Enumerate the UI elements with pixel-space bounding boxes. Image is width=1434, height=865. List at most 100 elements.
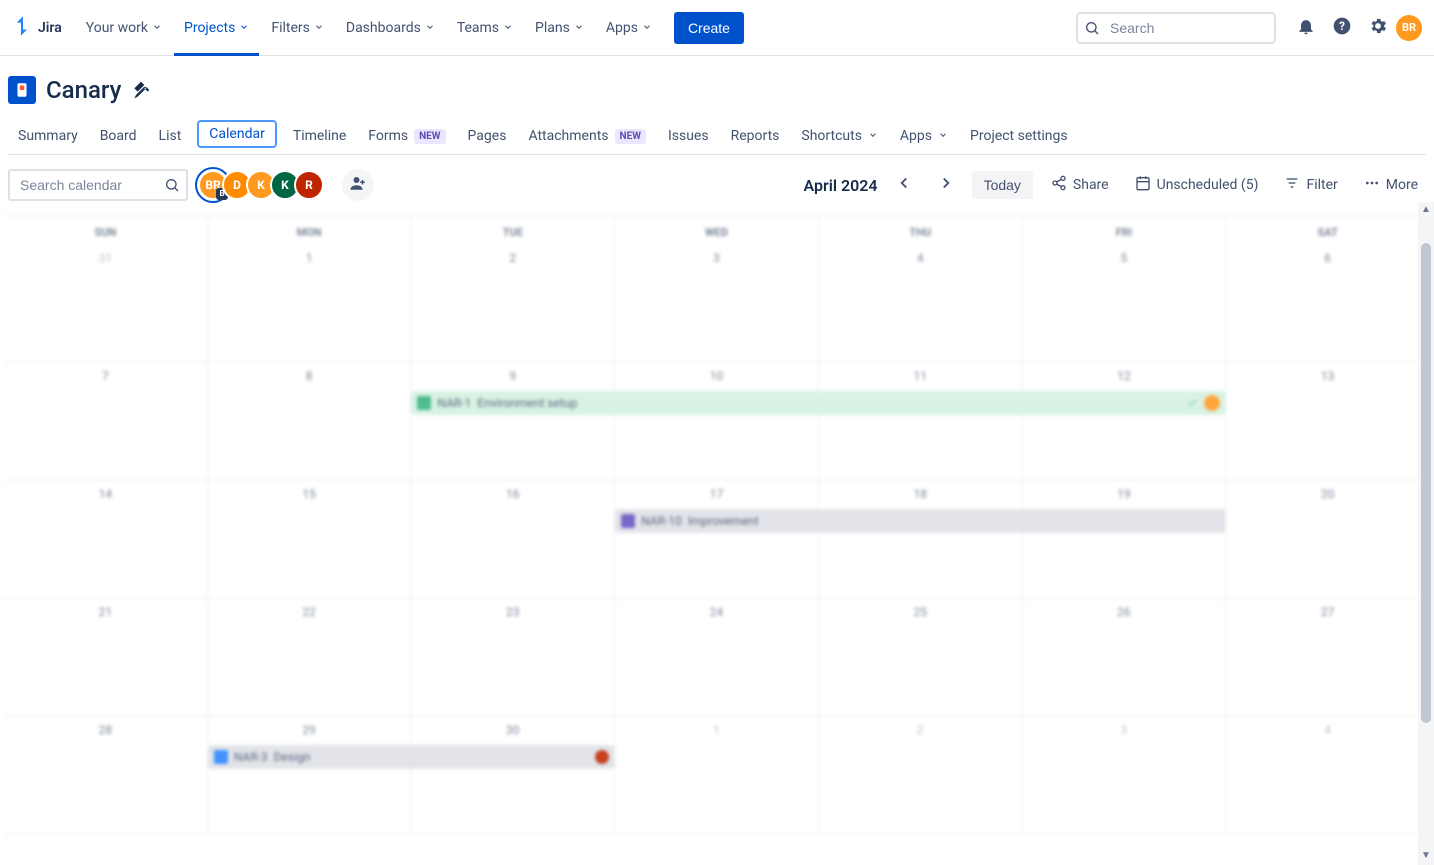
nav-apps[interactable]: Apps (596, 12, 662, 44)
tab-pages[interactable]: Pages (458, 120, 517, 152)
nav-your-work[interactable]: Your work (76, 12, 172, 44)
calendar-cell[interactable]: 28 (4, 717, 208, 835)
nav-plans[interactable]: Plans (525, 12, 594, 44)
assignee-avatar (1204, 395, 1220, 411)
day-number: 20 (1226, 481, 1429, 501)
calendar-cell[interactable]: 31 (4, 245, 208, 363)
calendar-cell[interactable]: 8 (208, 363, 412, 481)
calendar-cell[interactable]: 30 (411, 717, 615, 835)
calendar-cell[interactable]: 23 (411, 599, 615, 717)
help-button[interactable]: ? (1326, 12, 1358, 44)
settings-button[interactable] (1362, 12, 1394, 44)
member-avatar[interactable]: R (294, 170, 324, 200)
day-header: SUN (4, 216, 208, 245)
gear-icon (1368, 16, 1388, 40)
today-button[interactable]: Today (972, 171, 1033, 199)
chevron-down-icon (938, 128, 948, 144)
calendar-cell[interactable]: 1 (615, 717, 819, 835)
calendar-cell[interactable]: 13 (1226, 363, 1430, 481)
jira-logo[interactable]: Jira (12, 15, 62, 41)
tab-issues[interactable]: Issues (658, 120, 719, 152)
unscheduled-button[interactable]: Unscheduled (5) (1127, 169, 1267, 201)
calendar-cell[interactable]: 18 (819, 481, 1023, 599)
calendar-week-row: 21222324252627 (4, 599, 1430, 717)
chevron-down-icon (868, 128, 878, 144)
notifications-button[interactable] (1290, 12, 1322, 44)
nav-teams[interactable]: Teams (447, 12, 523, 44)
prev-month-button[interactable] (888, 169, 920, 201)
scroll-thumb[interactable] (1421, 243, 1431, 723)
calendar-cell[interactable]: 9 (411, 363, 615, 481)
calendar-search-input[interactable] (8, 169, 188, 201)
calendar-week-row: 2829301234 NAR-3Design (4, 717, 1430, 835)
scrollbar[interactable]: ▲ ▼ (1418, 202, 1434, 865)
calendar-cell[interactable]: 1 (208, 245, 412, 363)
tab-forms[interactable]: FormsNEW (358, 120, 455, 152)
calendar-cell[interactable]: 22 (208, 599, 412, 717)
day-number: 13 (1226, 363, 1429, 383)
calendar-cell[interactable]: 20 (1226, 481, 1430, 599)
calendar-event[interactable]: NAR-3Design (208, 745, 615, 769)
svg-text:?: ? (1339, 19, 1345, 33)
calendar-cell[interactable]: 21 (4, 599, 208, 717)
tab-calendar[interactable]: Calendar (197, 120, 277, 148)
next-month-button[interactable] (930, 169, 962, 201)
tab-reports[interactable]: Reports (721, 120, 790, 152)
tab-project-settings[interactable]: Project settings (960, 120, 1078, 152)
scroll-down-icon[interactable]: ▼ (1421, 850, 1431, 861)
calendar-cell[interactable]: 4 (819, 245, 1023, 363)
add-person-icon (349, 174, 367, 196)
tab-list[interactable]: List (149, 120, 192, 152)
tab-shortcuts[interactable]: Shortcuts (791, 120, 888, 152)
nav-filters[interactable]: Filters (261, 12, 334, 44)
day-header: FRI (1023, 216, 1227, 245)
calendar-cell[interactable]: 10 (615, 363, 819, 481)
tab-timeline[interactable]: Timeline (283, 120, 356, 152)
calendar-cell[interactable]: 19 (1023, 481, 1227, 599)
nav-item-label: Plans (535, 20, 570, 36)
tab-label: Attachments (528, 128, 608, 144)
calendar-cell[interactable]: 4 (1226, 717, 1430, 835)
day-number: 29 (208, 717, 411, 737)
calendar-cell[interactable]: 7 (4, 363, 208, 481)
tab-board[interactable]: Board (90, 120, 147, 152)
nav-item-label: Filters (271, 20, 310, 36)
calendar-event[interactable]: NAR-10Improvement (615, 509, 1226, 533)
issue-type-icon (417, 396, 431, 410)
calendar-cell[interactable]: 2 (819, 717, 1023, 835)
share-button[interactable]: Share (1043, 169, 1117, 201)
global-search-input[interactable] (1076, 12, 1276, 44)
calendar-cell[interactable]: 25 (819, 599, 1023, 717)
avatar-initials: K (257, 178, 265, 192)
scroll-up-icon[interactable]: ▲ (1421, 204, 1431, 215)
calendar-cell[interactable]: 3 (615, 245, 819, 363)
create-button[interactable]: Create (674, 12, 744, 44)
calendar-cell[interactable]: 5 (1023, 245, 1227, 363)
tab-summary[interactable]: Summary (8, 120, 88, 152)
calendar-cell[interactable]: 12 (1023, 363, 1227, 481)
more-button[interactable]: More (1356, 169, 1426, 201)
calendar-cell[interactable]: 2 (411, 245, 615, 363)
filter-button[interactable]: Filter (1276, 169, 1345, 201)
calendar-cell[interactable]: 3 (1023, 717, 1227, 835)
calendar-cell[interactable]: 27 (1226, 599, 1430, 717)
calendar-cell[interactable]: 17 (615, 481, 819, 599)
calendar-cell[interactable]: 11 (819, 363, 1023, 481)
tab-attachments[interactable]: AttachmentsNEW (518, 120, 656, 152)
day-number: 4 (819, 245, 1022, 265)
user-avatar[interactable]: BR (1396, 15, 1422, 41)
nav-dashboards[interactable]: Dashboards (336, 12, 445, 44)
tab-apps[interactable]: Apps (890, 120, 958, 152)
calendar-cell[interactable]: 14 (4, 481, 208, 599)
calendar-cell[interactable]: 26 (1023, 599, 1227, 717)
calendar-event[interactable]: NAR-1Environment setup (411, 391, 1226, 415)
calendar-cell[interactable]: 15 (208, 481, 412, 599)
calendar-cell[interactable]: 6 (1226, 245, 1430, 363)
bell-icon (1296, 16, 1316, 40)
theme-icon[interactable] (131, 80, 151, 100)
add-member-button[interactable] (342, 169, 374, 201)
calendar-cell[interactable]: 29 (208, 717, 412, 835)
calendar-cell[interactable]: 24 (615, 599, 819, 717)
nav-projects[interactable]: Projects (174, 12, 259, 44)
calendar-cell[interactable]: 16 (411, 481, 615, 599)
